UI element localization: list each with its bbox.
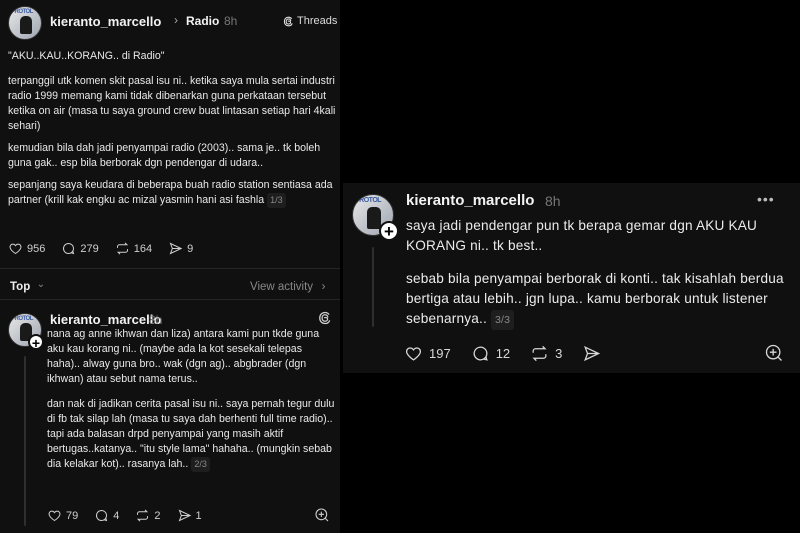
post-paragraph: sebab bila penyampai berborak di konti..… (406, 269, 796, 330)
comment-count: 4 (113, 509, 120, 522)
post-body: saya jadi pendengar pun tk berapa gemar … (406, 216, 796, 341)
comment-icon (63, 243, 75, 255)
heart-icon (405, 347, 422, 361)
follow-button[interactable]: + (28, 334, 44, 351)
thread-panel-left: PROTOL kieranto_marcello › Radio 8h Thre… (0, 0, 340, 533)
reply-paragraph: nana ag anne ikhwan dan liza) antara kam… (47, 328, 320, 385)
post-pager: 3/3 (491, 310, 515, 330)
thread-connector-line (24, 356, 26, 526)
share-button[interactable]: 9 (168, 241, 193, 256)
post-paragraph: "AKU..KAU..KORANG.. di Radio" (8, 50, 165, 62)
quote-post-icon[interactable] (314, 507, 330, 523)
post-paragraph: terpanggil utk komen skit pasal isu ni..… (8, 75, 336, 132)
threads-icon (283, 16, 293, 26)
divider (0, 268, 340, 269)
avatar[interactable]: PROTOL (8, 6, 42, 40)
chevron-right-icon: › (321, 279, 326, 293)
sort-label: Top (10, 281, 31, 293)
divider (0, 299, 340, 300)
share-button[interactable] (582, 344, 601, 363)
post-time: 8h (224, 14, 238, 28)
comment-button[interactable]: 279 (61, 241, 99, 256)
view-activity-link[interactable]: View activity › (250, 277, 326, 295)
threads-badge[interactable]: Threads (283, 15, 337, 27)
repost-icon (532, 345, 547, 362)
reply-username[interactable]: kieranto_marcello (50, 312, 161, 327)
like-count: 197 (429, 346, 451, 361)
repost-button[interactable]: 2 (135, 508, 161, 523)
avatar-text: PROTOL (11, 316, 33, 322)
share-count: 1 (195, 509, 202, 522)
post-paragraph: kemudian bila dah jadi penyampai radio (… (8, 142, 321, 169)
breadcrumb-chevron: › (174, 13, 178, 27)
view-activity-label: View activity (250, 281, 314, 293)
avatar-figure (367, 207, 381, 229)
like-button[interactable]: 956 (8, 241, 45, 256)
comment-icon (96, 510, 108, 522)
post-paragraph-text: sebab bila penyampai berborak di konti..… (406, 271, 784, 326)
share-count: 9 (187, 242, 194, 255)
threads-badge-label: Threads (297, 15, 338, 27)
repost-button[interactable]: 164 (115, 241, 152, 256)
reply-time: 8h (149, 313, 163, 327)
post-actions: 197 12 3 (404, 344, 621, 363)
comment-button[interactable]: 12 (471, 344, 510, 363)
threads-icon[interactable] (318, 311, 332, 325)
send-icon (178, 509, 191, 522)
comment-icon (473, 346, 488, 361)
avatar-text: PROTOL (11, 9, 33, 15)
community-link[interactable]: Radio (186, 14, 219, 28)
follow-button[interactable]: + (379, 221, 399, 241)
like-count: 79 (66, 509, 79, 522)
reply-body: nana ag anne ikhwan dan liza) antara kam… (47, 327, 337, 479)
post-time: 8h (545, 193, 561, 209)
like-count: 956 (27, 242, 46, 255)
post-body: "AKU..KAU..KORANG.. di Radio" terpanggil… (8, 49, 336, 215)
reply-paragraph: dan nak di jadikan cerita pasal isu ni..… (47, 397, 337, 472)
chevron-down-icon: ⌄ (36, 279, 46, 290)
post-username[interactable]: kieranto_marcello (50, 14, 161, 29)
avatar-figure (20, 16, 32, 34)
repost-count: 2 (154, 509, 161, 522)
avatar-text: PROTOL (355, 197, 382, 204)
repost-icon (116, 242, 128, 255)
share-button[interactable]: 1 (177, 508, 202, 523)
repost-icon (137, 509, 149, 522)
like-button[interactable]: 197 (404, 344, 451, 363)
repost-count: 164 (133, 242, 153, 255)
send-icon (169, 242, 183, 255)
send-icon (584, 345, 601, 362)
post-pager: 1/3 (267, 193, 286, 208)
heart-icon (9, 243, 22, 255)
comment-count: 12 (495, 346, 511, 361)
replies-sort-dropdown[interactable]: Top ⌄ (10, 277, 46, 295)
reply-actions: 79 4 2 1 (47, 508, 218, 523)
post-actions: 956 279 164 9 (8, 241, 209, 256)
thread-panel-right: PROTOL + kieranto_marcello 8h ••• saya j… (343, 183, 800, 373)
repost-count: 3 (555, 346, 563, 361)
comment-button[interactable]: 4 (94, 508, 119, 523)
quote-post-icon[interactable] (764, 343, 784, 363)
comment-count: 279 (80, 242, 99, 255)
like-button[interactable]: 79 (47, 508, 78, 523)
heart-icon (48, 510, 61, 522)
post-paragraph: sepanjang saya keudara di beberapa buah … (8, 178, 336, 208)
thread-connector-line (372, 247, 374, 327)
post-paragraph: saya jadi pendengar pun tk berapa gemar … (406, 218, 758, 253)
reply-pager: 2/3 (191, 457, 210, 472)
post-username[interactable]: kieranto_marcello (406, 192, 534, 209)
repost-button[interactable]: 3 (530, 344, 562, 363)
more-options-icon[interactable]: ••• (757, 191, 775, 207)
